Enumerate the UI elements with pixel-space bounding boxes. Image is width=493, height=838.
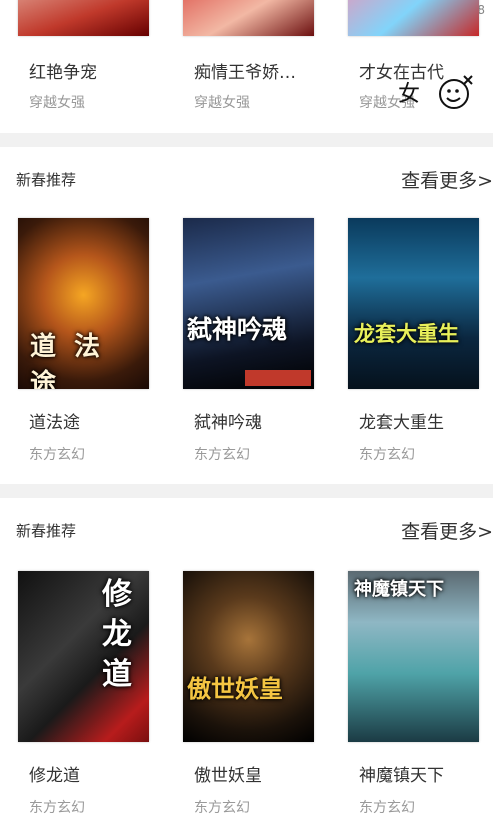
- book-tag: 东方玄幻: [194, 447, 250, 463]
- see-more-link[interactable]: 查看更多>: [401, 517, 493, 544]
- section-divider: [0, 133, 493, 147]
- book-title[interactable]: 傲世妖皇: [194, 761, 312, 786]
- book-title[interactable]: 龙套大重生: [359, 408, 477, 433]
- book-cover[interactable]: [183, 0, 314, 36]
- book-title[interactable]: 道法途: [29, 408, 147, 433]
- doodle-text: 女: [398, 82, 421, 107]
- book-cover[interactable]: 修龙道: [18, 571, 149, 742]
- book-tag: 穿越女强: [29, 95, 85, 111]
- book-cover[interactable]: [348, 0, 479, 36]
- book-title[interactable]: 修龙道: [29, 761, 147, 786]
- see-more-link[interactable]: 查看更多>: [401, 166, 493, 193]
- author-tag-band: [245, 370, 311, 386]
- book-cover[interactable]: 神魔镇天下: [348, 571, 479, 742]
- book-tag: 东方玄幻: [194, 800, 250, 816]
- section-title: 新春推荐: [16, 522, 77, 540]
- section-title: 新春推荐: [16, 171, 77, 189]
- book-title[interactable]: 痴情王爷娇…: [194, 58, 312, 83]
- book-tag: 东方玄幻: [359, 447, 415, 463]
- book-title[interactable]: 红艳争宠: [29, 58, 147, 83]
- cover-title: 修龙道: [102, 577, 132, 692]
- book-cover[interactable]: 龙套大重生: [348, 218, 479, 389]
- book-tag: 东方玄幻: [359, 800, 415, 816]
- cover-title: 弑神吟魂: [187, 315, 288, 344]
- book-tag: 穿越女强: [194, 95, 250, 111]
- book-cover[interactable]: [18, 0, 149, 36]
- cover-title: 傲世妖皇: [187, 674, 283, 703]
- book-cover[interactable]: 傲世妖皇: [183, 571, 314, 742]
- cover-title: 龙套大重生: [354, 321, 459, 346]
- section-divider: [0, 484, 493, 498]
- book-title[interactable]: 神魔镇天下: [359, 761, 477, 786]
- cover-title: 道法途: [30, 332, 119, 389]
- cover-title: 神魔镇天下: [354, 579, 444, 600]
- smiley-doodle-icon: [439, 75, 473, 109]
- book-tag: 东方玄幻: [29, 447, 85, 463]
- book-title[interactable]: 弑神吟魂: [194, 408, 312, 433]
- book-cover[interactable]: 道法途: [18, 218, 149, 389]
- book-cover[interactable]: 弑神吟魂: [183, 218, 314, 389]
- book-tag: 东方玄幻: [29, 800, 85, 816]
